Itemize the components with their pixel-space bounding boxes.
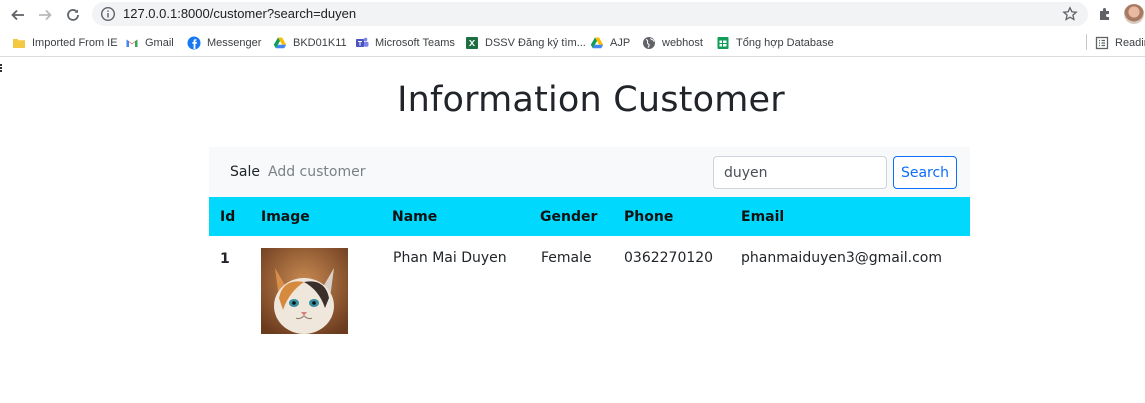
teams-icon xyxy=(355,36,369,50)
table-header-row: Id Image Name Gender Phone Email xyxy=(209,197,970,236)
cell-name: Phan Mai Duyen xyxy=(393,250,507,266)
folder-icon xyxy=(12,36,26,50)
bookmarks-divider xyxy=(1086,34,1087,50)
url-text: 127.0.0.1:8000/customer?search=duyen xyxy=(123,6,357,21)
bookmark-label: Imported From IE xyxy=(32,37,118,49)
extensions-puzzle-icon[interactable] xyxy=(1097,6,1113,22)
profile-avatar[interactable] xyxy=(1124,4,1144,24)
header-image: Image xyxy=(261,209,310,225)
google-drive-icon xyxy=(273,36,287,50)
cell-email: phanmaiduyen3@gmail.com xyxy=(741,250,942,266)
bookmarks-bar: Imported From IE Gmail Messenger BKD01K1… xyxy=(0,31,1145,55)
customer-photo xyxy=(261,248,348,334)
bookmark-label: BKD01K11 xyxy=(293,37,347,49)
bookmark-bkd01k11[interactable]: BKD01K11 xyxy=(273,35,347,51)
bookmark-dssv[interactable]: DSSV Đăng ký tìm... xyxy=(465,35,586,51)
header-id: Id xyxy=(220,209,236,225)
gmail-icon xyxy=(125,36,139,50)
navbar: Sale Add customer Search xyxy=(209,147,970,197)
cell-phone: 0362270120 xyxy=(624,250,714,266)
nav-add-customer-link[interactable]: Add customer xyxy=(268,164,365,180)
header-phone: Phone xyxy=(624,209,674,225)
reading-list[interactable]: Readin xyxy=(1095,35,1145,51)
bookmark-label: DSSV Đăng ký tìm... xyxy=(485,37,586,49)
search-button[interactable]: Search xyxy=(893,156,957,189)
back-icon[interactable] xyxy=(7,4,29,26)
bookmark-label: Messenger xyxy=(207,37,262,49)
edge-marker xyxy=(0,64,2,72)
bookmark-microsoft-teams[interactable]: Microsoft Teams xyxy=(355,35,455,51)
reload-icon[interactable] xyxy=(62,4,84,26)
globe-icon xyxy=(642,36,656,50)
bookmark-star-icon[interactable] xyxy=(1062,6,1078,22)
bookmark-tong-hop-database[interactable]: Tổng hợp Database xyxy=(716,35,834,51)
excel-icon xyxy=(465,36,479,50)
messenger-icon xyxy=(187,36,201,50)
forward-icon[interactable] xyxy=(34,4,56,26)
bookmark-label: AJP xyxy=(610,37,631,49)
bookmark-webhost[interactable]: webhost xyxy=(642,35,703,51)
info-icon[interactable] xyxy=(100,6,116,22)
browser-toolbar: 127.0.0.1:8000/customer?search=duyen xyxy=(0,0,1145,30)
chrome-separator xyxy=(0,56,1145,57)
header-gender: Gender xyxy=(540,209,598,225)
bookmark-label: Microsoft Teams xyxy=(375,37,455,49)
nav-sale-link[interactable]: Sale xyxy=(230,164,260,180)
bookmark-messenger[interactable]: Messenger xyxy=(187,35,261,51)
reading-list-icon xyxy=(1095,36,1109,50)
header-email: Email xyxy=(741,209,785,225)
sheets-icon xyxy=(716,36,730,50)
bookmark-imported-from-ie[interactable]: Imported From IE xyxy=(12,35,118,51)
header-name: Name xyxy=(392,209,438,225)
page-title: Information Customer xyxy=(397,80,785,120)
address-bar[interactable]: 127.0.0.1:8000/customer?search=duyen xyxy=(92,2,1088,26)
bookmark-gmail[interactable]: Gmail xyxy=(125,35,174,51)
bookmark-label: Tổng hợp Database xyxy=(736,37,834,49)
bookmark-label: Gmail xyxy=(145,37,174,49)
google-drive-icon xyxy=(590,36,604,50)
cell-id: 1 xyxy=(220,251,230,267)
search-input[interactable] xyxy=(713,156,887,189)
reading-list-label: Readin xyxy=(1115,37,1145,49)
cell-gender: Female xyxy=(541,250,592,266)
bookmark-label: webhost xyxy=(662,37,703,49)
bookmark-ajp[interactable]: AJP xyxy=(590,35,630,51)
